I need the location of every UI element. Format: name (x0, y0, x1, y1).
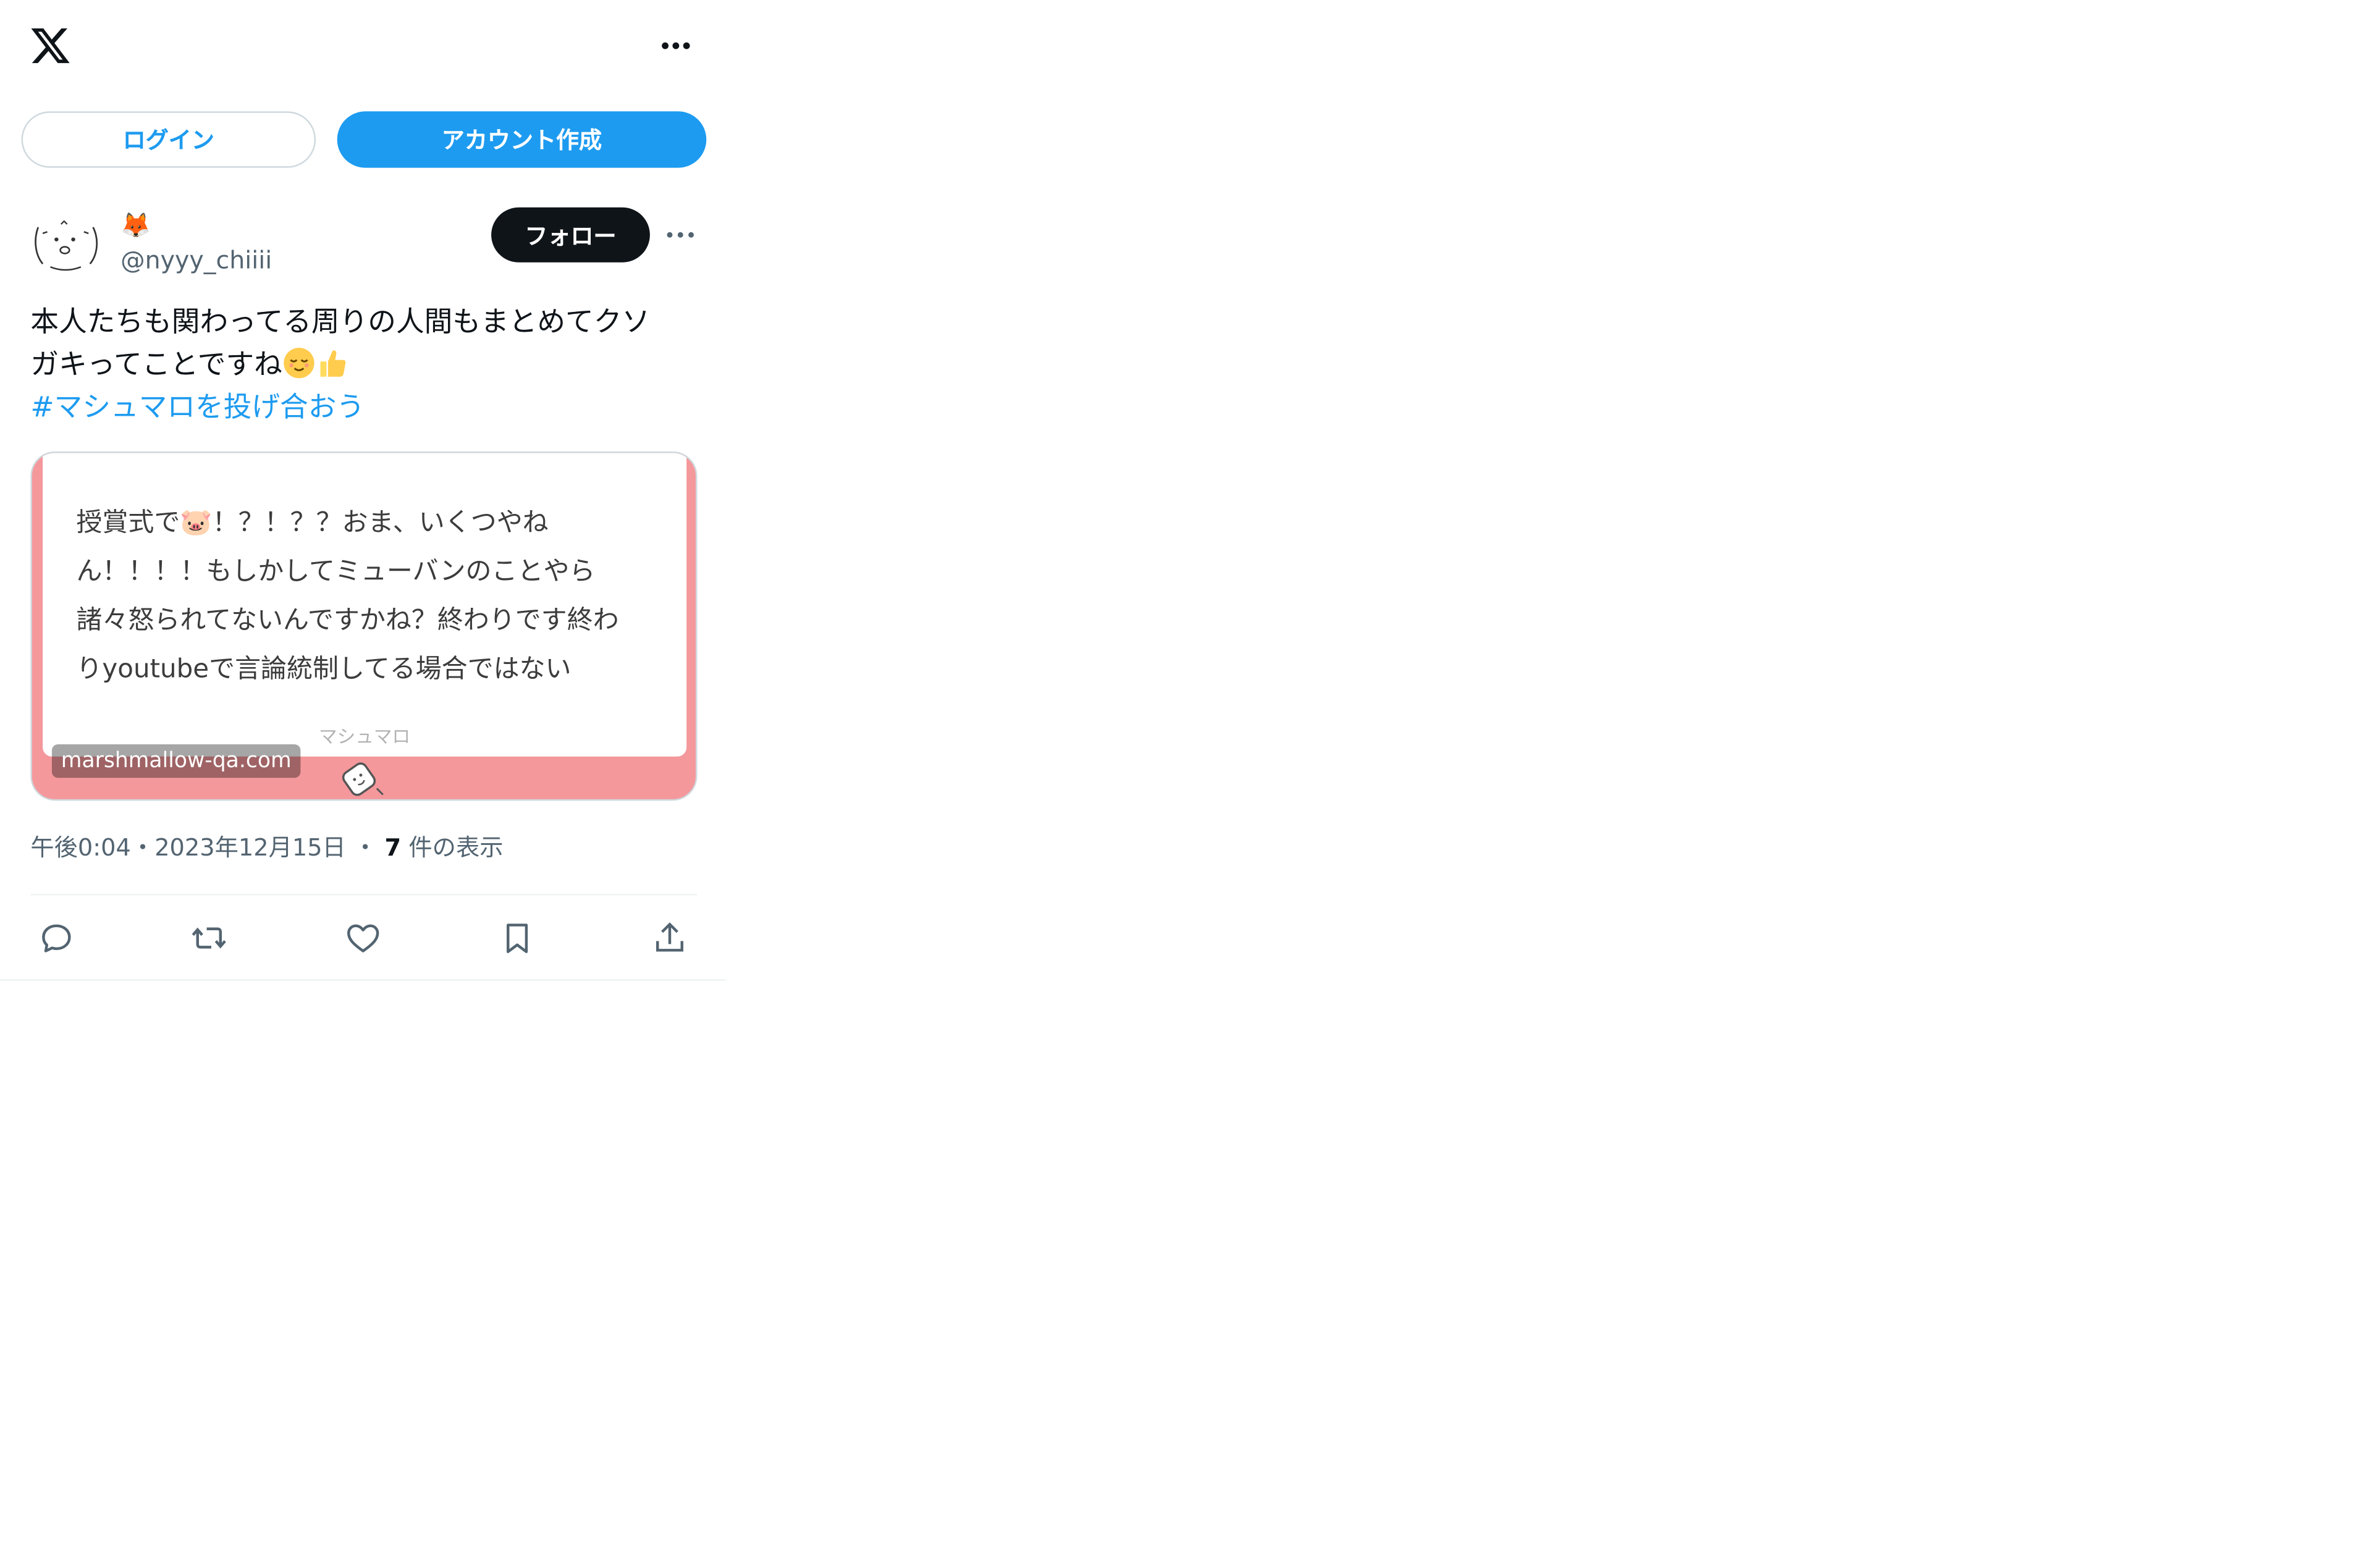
tweet-text-line: ガキってことですね (30, 349, 282, 382)
author-display-name[interactable]: 🦊 (120, 209, 151, 242)
views-count: 7 (384, 834, 402, 862)
like-icon[interactable] (344, 920, 383, 956)
thumbs-up-emoji-icon (320, 350, 346, 377)
tweet-text-line-with-emoji: ガキってことですね (30, 345, 701, 387)
more-horizontal-icon[interactable] (656, 27, 696, 64)
card-message-line: 授賞式で🐷！？！？？おま、いくつやね (76, 508, 549, 539)
signup-button[interactable]: アカウント作成 (337, 111, 707, 168)
card-message-line: りyoutubeで言論統制してる場合ではない (76, 654, 572, 685)
views-label: 件の表示 (408, 834, 504, 862)
follow-button[interactable]: フォロー (491, 207, 650, 263)
bookmark-icon[interactable] (497, 920, 537, 956)
tweet-date[interactable]: 2023年12月15日 (154, 835, 346, 862)
retweet-icon[interactable] (189, 920, 229, 956)
marshmallow-icon (342, 762, 384, 796)
tweet-time[interactable]: 午後0:04 (30, 835, 131, 862)
login-button[interactable]: ログイン (21, 111, 316, 168)
link-card[interactable]: 授賞式で🐷！？！？？おま、いくつやね ん！！！！もしかしてミューバンのことやら … (30, 451, 698, 801)
meta-separator: ・ (130, 834, 155, 862)
avatar[interactable] (28, 206, 103, 279)
card-message-line: ん！！！！もしかしてミューバンのことやら (76, 557, 596, 587)
x-logo-icon[interactable] (29, 25, 72, 67)
tweet-text-line: 本人たちも関わってる周りの人間もまとめてクソ (30, 306, 651, 339)
card-message-line: 諸々怒られてないんですかね？終わりです終わ (76, 605, 619, 636)
author-handle[interactable]: @nyyy_chiiii (120, 244, 272, 277)
share-icon[interactable] (650, 920, 690, 956)
card-message: 授賞式で🐷！？！？？おま、いくつやね ん！！！！もしかしてミューバンのことやら … (76, 498, 656, 694)
divider (30, 893, 698, 896)
relieved-face-emoji-icon (284, 347, 314, 379)
tweet-more-icon[interactable] (662, 218, 699, 251)
reply-icon[interactable] (36, 920, 76, 956)
tweet-meta: 午後0:04・2023年12月15日 ・ 7 件の表示 (30, 830, 503, 866)
card-image: 授賞式で🐷！？！？？おま、いくつやね ん！！！！もしかしてミューバンのことやら … (43, 453, 687, 757)
meta-separator: ・ (353, 834, 378, 862)
tweet-text: 本人たちも関わってる周りの人間もまとめてクソ ガキってことですね #マシュマロを… (30, 302, 701, 430)
tweet-page: ログイン アカウント作成 🦊 @nyyy_chiiii フォロー 本人たちも関わ… (0, 0, 727, 981)
hashtag-link[interactable]: #マシュマロを投げ合おう (30, 387, 701, 430)
card-domain: marshmallow-qa.com (51, 744, 301, 778)
